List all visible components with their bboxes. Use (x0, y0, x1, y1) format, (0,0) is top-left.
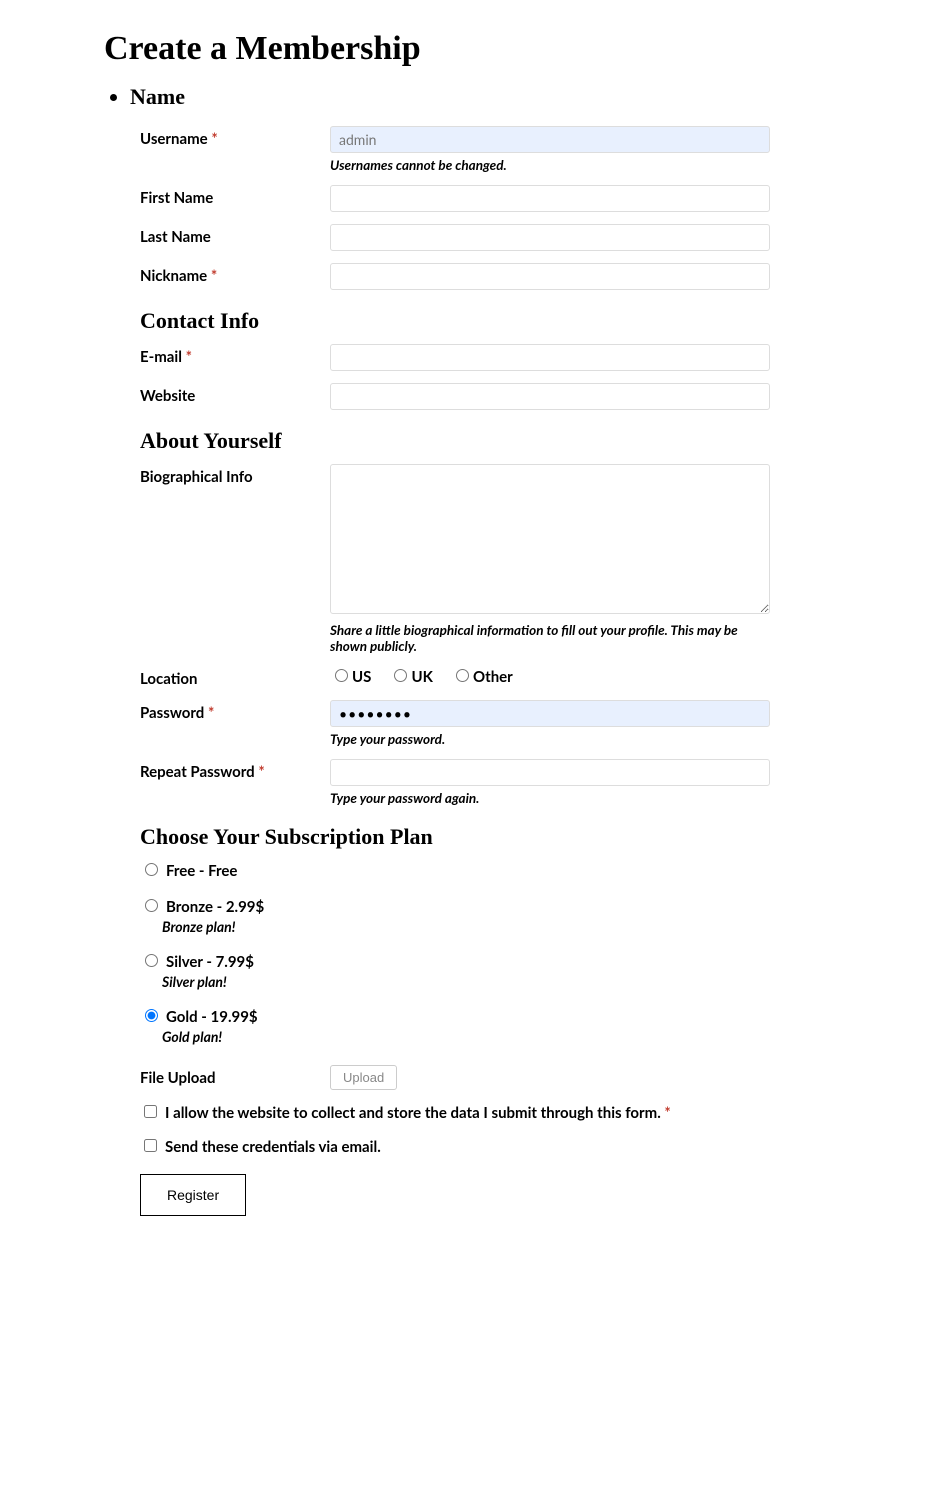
website-label: Website (140, 383, 330, 410)
page-title: Create a Membership (104, 30, 905, 68)
file-upload-label: File Upload (140, 1065, 330, 1090)
send-email-checkbox[interactable] (144, 1139, 157, 1152)
repeat-password-desc: Type your password again. (330, 790, 770, 806)
email-input[interactable] (330, 344, 770, 371)
password-label: Password * (140, 700, 330, 747)
repeat-password-label: Repeat Password * (140, 759, 330, 806)
plan-option-gold[interactable]: Gold - 19.99$ (140, 1008, 258, 1026)
consent-checkbox-label[interactable]: I allow the website to collect and store… (140, 1104, 671, 1122)
about-heading: About Yourself (140, 428, 905, 454)
section-name-heading: Name (130, 84, 905, 110)
first-name-label: First Name (140, 185, 330, 212)
last-name-label: Last Name (140, 224, 330, 251)
bio-desc: Share a little biographical information … (330, 622, 770, 654)
first-name-input[interactable] (330, 185, 770, 212)
plan-option-silver[interactable]: Silver - 7.99$ (140, 953, 254, 971)
contact-heading: Contact Info (140, 308, 905, 334)
bio-label: Biographical Info (140, 464, 330, 654)
password-desc: Type your password. (330, 731, 770, 747)
bio-textarea[interactable] (330, 464, 770, 614)
nickname-label: Nickname * (140, 263, 330, 290)
username-desc: Usernames cannot be changed. (330, 157, 770, 173)
nickname-input[interactable] (330, 263, 770, 290)
password-input[interactable] (330, 700, 770, 727)
last-name-input[interactable] (330, 224, 770, 251)
plan-option-bronze[interactable]: Bronze - 2.99$ (140, 898, 264, 916)
register-button[interactable]: Register (140, 1174, 246, 1216)
plan-desc-gold: Gold plan! (162, 1028, 905, 1045)
location-option-us[interactable]: US (330, 668, 371, 686)
email-label: E-mail * (140, 344, 330, 371)
send-email-checkbox-label[interactable]: Send these credentials via email. (140, 1138, 381, 1156)
plan-radio-free[interactable] (145, 863, 158, 876)
consent-checkbox[interactable] (144, 1105, 157, 1118)
plan-radio-silver[interactable] (145, 954, 158, 967)
plan-desc-silver: Silver plan! (162, 973, 905, 990)
subscription-heading: Choose Your Subscription Plan (140, 824, 905, 850)
location-label: Location (140, 666, 330, 688)
plan-radio-bronze[interactable] (145, 899, 158, 912)
location-radio-us[interactable] (335, 669, 348, 682)
location-radio-uk[interactable] (394, 669, 407, 682)
upload-button[interactable]: Upload (330, 1065, 397, 1090)
plan-radio-gold[interactable] (145, 1009, 158, 1022)
username-label: Username * (140, 126, 330, 173)
website-input[interactable] (330, 383, 770, 410)
plan-desc-bronze: Bronze plan! (162, 918, 905, 935)
location-option-uk[interactable]: UK (389, 668, 432, 686)
username-input[interactable] (330, 126, 770, 153)
plan-option-free[interactable]: Free - Free (140, 862, 237, 880)
repeat-password-input[interactable] (330, 759, 770, 786)
location-option-other[interactable]: Other (451, 668, 513, 686)
location-radio-other[interactable] (456, 669, 469, 682)
